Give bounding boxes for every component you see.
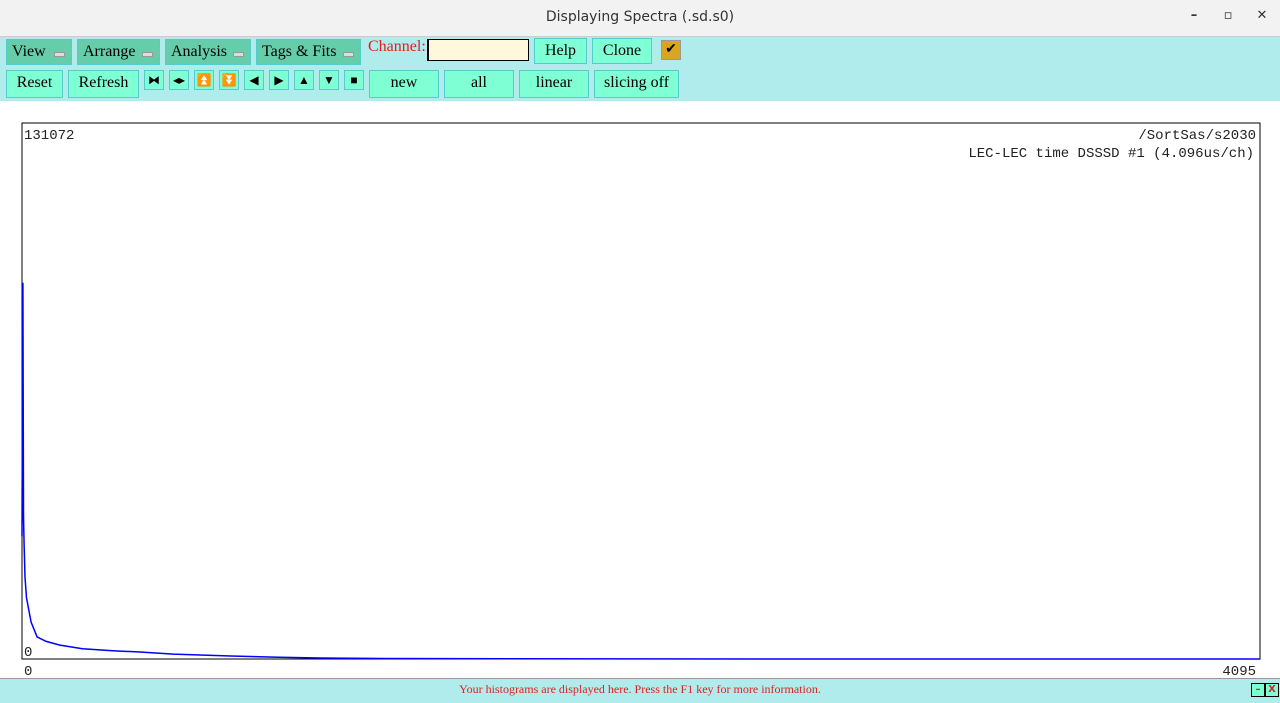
stop-icon[interactable]: ■ [344,70,364,90]
view-menu[interactable]: View [6,39,72,65]
linear-button[interactable]: linear [519,70,589,98]
tags-fits-menu[interactable]: Tags & Fits [256,39,361,65]
close-button[interactable]: ✕ [1252,8,1272,28]
reset-button[interactable]: Reset [6,70,63,98]
spectrum-name: /SortSas/s2030 [1138,128,1256,144]
x-max-label: 4095 [1222,664,1256,678]
dropdown-icon [54,52,65,57]
scroll-left-icon[interactable]: ◀ [244,70,264,90]
expand-horizontal-icon[interactable]: ⧓ [144,70,164,90]
dropdown-icon [233,52,244,57]
window-title: Displaying Spectra (.sd.s0) [545,9,735,25]
status-bar: Your histograms are displayed here. Pres… [0,678,1280,703]
minimize-button[interactable]: – [1184,8,1204,28]
clone-button[interactable]: Clone [592,38,652,64]
status-close-button[interactable]: X [1265,683,1279,697]
x-min-label: 0 [24,664,32,678]
status-minimize-button[interactable]: – [1251,683,1265,697]
analysis-menu[interactable]: Analysis [165,39,251,65]
y-min-label: 0 [24,645,32,661]
scroll-down-icon[interactable]: ▼ [319,70,339,90]
all-button[interactable]: all [444,70,514,98]
dropdown-icon [343,52,354,57]
view-menu-label: View [12,43,46,60]
toolbar: View Arrange Analysis Tags & Fits Channe… [0,37,1280,101]
shrink-vertical-icon[interactable]: ⏬ [219,70,239,90]
arrange-menu-label: Arrange [83,43,136,60]
analysis-menu-label: Analysis [171,43,227,60]
new-button[interactable]: new [369,70,439,98]
maximize-button[interactable]: ▫ [1218,8,1238,28]
y-max-label: 131072 [24,128,74,144]
channel-label: Channel: [368,38,426,55]
title-bar: Displaying Spectra (.sd.s0) – ▫ ✕ [0,0,1280,37]
arrange-menu[interactable]: Arrange [77,39,160,65]
expand-vertical-icon[interactable]: ⏫ [194,70,214,90]
spectrum-description: LEC-LEC time DSSSD #1 (4.096us/ch) [968,146,1254,162]
scroll-up-icon[interactable]: ▲ [294,70,314,90]
spectrum-plot[interactable]: 131072 0 0 4095 /SortSas/s2030 LEC-LEC t… [0,102,1280,678]
refresh-button[interactable]: Refresh [68,70,139,98]
shrink-horizontal-icon[interactable]: ◂▸ [169,70,189,90]
plot-frame [21,122,1261,660]
help-button[interactable]: Help [534,38,587,64]
tags-fits-menu-label: Tags & Fits [262,43,337,60]
checkbox[interactable]: ✔ [661,40,681,60]
status-message: Your histograms are displayed here. Pres… [459,682,821,696]
scroll-right-icon[interactable]: ▶ [269,70,289,90]
channel-input[interactable] [427,39,529,61]
slicing-button[interactable]: slicing off [594,70,679,98]
dropdown-icon [142,52,153,57]
